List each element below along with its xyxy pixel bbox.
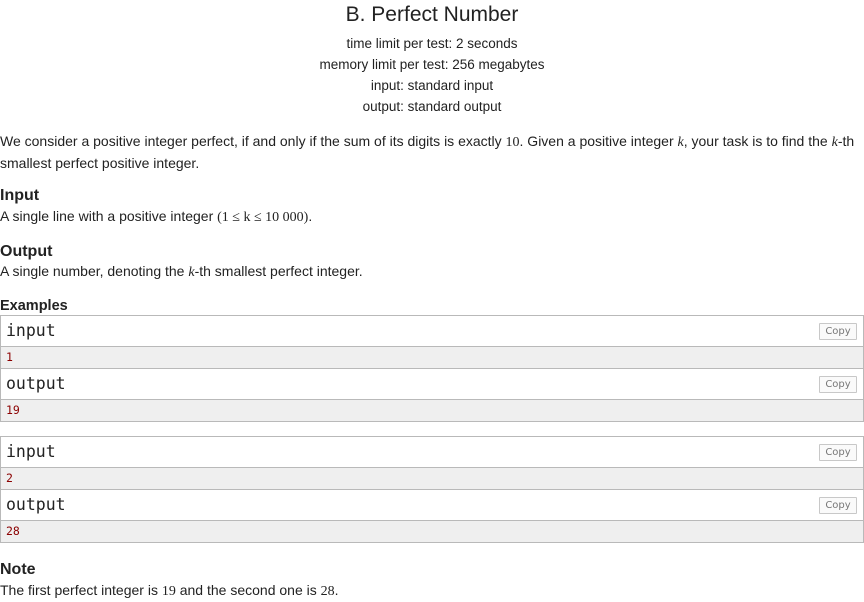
math-second: 28 bbox=[320, 584, 335, 599]
math-first: 19 bbox=[161, 584, 176, 599]
output-label: output bbox=[6, 374, 66, 393]
output-text: -th smallest perfect integer. bbox=[194, 263, 363, 279]
example-input-value: 2 bbox=[1, 468, 863, 490]
note-part: and the second one is bbox=[175, 582, 321, 598]
time-limit: time limit per test: 2 seconds bbox=[346, 36, 518, 51]
statement-text: -th bbox=[837, 133, 855, 149]
statement-text: smallest perfect positive integer. bbox=[0, 155, 200, 171]
input-label: input bbox=[6, 442, 56, 461]
input-file: input: standard input bbox=[370, 78, 494, 93]
input-description: A single line with a positive integer (1… bbox=[0, 206, 858, 228]
output-description: A single number, denoting the k-th small… bbox=[0, 261, 858, 283]
copy-button[interactable]: Copy bbox=[819, 444, 857, 461]
example-output-header: output Copy bbox=[1, 490, 863, 521]
math-ten: 10 bbox=[505, 135, 520, 150]
output-text: A single number, denoting the bbox=[0, 263, 189, 279]
statement-text: . Given a positive integer bbox=[519, 133, 678, 149]
output-heading: Output bbox=[0, 243, 53, 260]
memory-limit: memory limit per test: 256 megabytes bbox=[319, 57, 545, 72]
example-input-header: input Copy bbox=[1, 316, 863, 347]
output-file: output: standard output bbox=[362, 99, 502, 114]
output-label: output bbox=[6, 495, 66, 514]
example-output-value: 28 bbox=[1, 521, 863, 542]
input-label: input bbox=[6, 321, 56, 340]
example-block: input Copy 1 output Copy 19 bbox=[0, 315, 864, 422]
input-text: . bbox=[308, 208, 313, 224]
example-block: input Copy 2 output Copy 28 bbox=[0, 436, 864, 543]
statement-text: We consider a positive integer perfect, … bbox=[0, 133, 506, 149]
example-input-header: input Copy bbox=[1, 437, 863, 468]
examples-heading: Examples bbox=[0, 298, 68, 314]
copy-button[interactable]: Copy bbox=[819, 497, 857, 514]
example-output-header: output Copy bbox=[1, 369, 863, 400]
input-heading: Input bbox=[0, 187, 40, 204]
note-text: The first perfect integer is 19 and the … bbox=[0, 580, 858, 602]
note-heading: Note bbox=[0, 561, 36, 578]
copy-button[interactable]: Copy bbox=[819, 323, 857, 340]
input-text: A single line with a positive integer bbox=[0, 208, 218, 224]
example-output-value: 19 bbox=[1, 400, 863, 421]
example-input-value: 1 bbox=[1, 347, 863, 369]
problem-statement: We consider a positive integer perfect, … bbox=[0, 131, 858, 174]
math-constraint: (1 ≤ k ≤ 10 000) bbox=[217, 210, 309, 225]
copy-button[interactable]: Copy bbox=[819, 376, 857, 393]
statement-text: , your task is to find the bbox=[683, 133, 832, 149]
note-part: . bbox=[334, 582, 339, 598]
note-part: The first perfect integer is bbox=[0, 582, 162, 598]
problem-title: B. Perfect Number bbox=[345, 3, 519, 26]
